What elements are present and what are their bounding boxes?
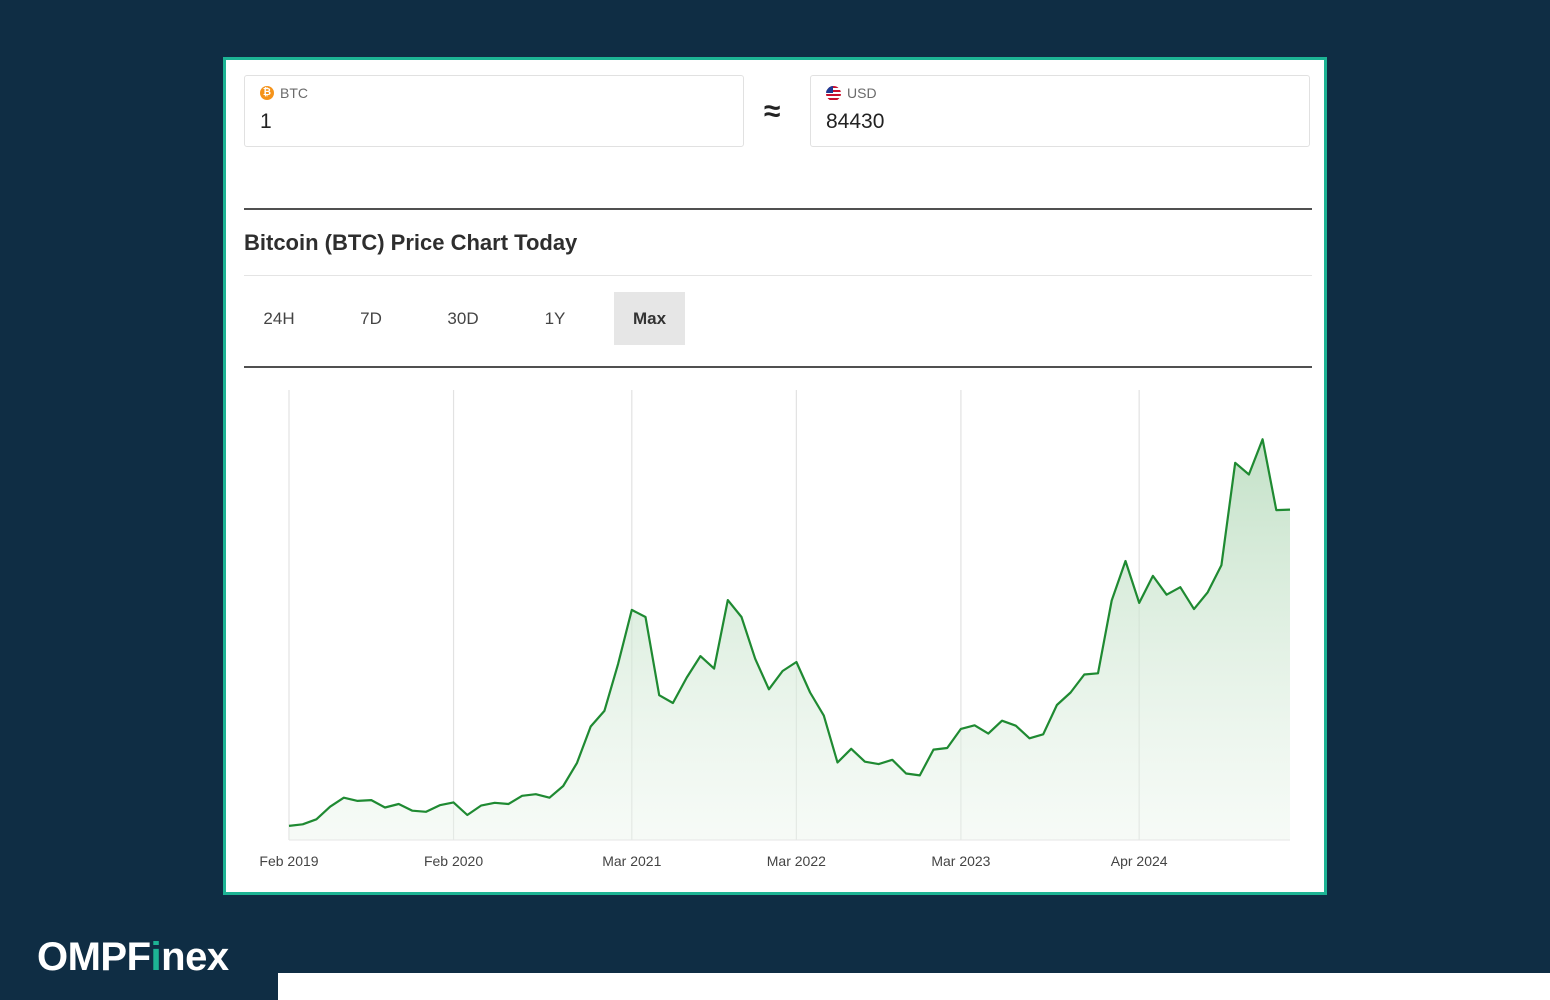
x-tick-label: Apr 2024 <box>1111 853 1168 869</box>
x-tick-label: Feb 2020 <box>424 853 483 869</box>
ompfinex-logo: OMPFinex <box>37 935 229 979</box>
x-tick-label: Mar 2021 <box>602 853 661 869</box>
x-tick-label: Mar 2022 <box>767 853 826 869</box>
price-area <box>289 439 1290 840</box>
bottom-bar <box>278 973 1550 1000</box>
price-chart: Feb 2019 Feb 2020 Mar 2021 Mar 2022 Mar 2023… <box>259 390 1291 869</box>
converter-card: ₿ BTC 1 ≈ USD 84430 Bitcoin (BTC) Price … <box>223 57 1327 895</box>
x-tick-label: Feb 2019 <box>259 853 318 869</box>
x-tick-label: Mar 2023 <box>931 853 990 869</box>
